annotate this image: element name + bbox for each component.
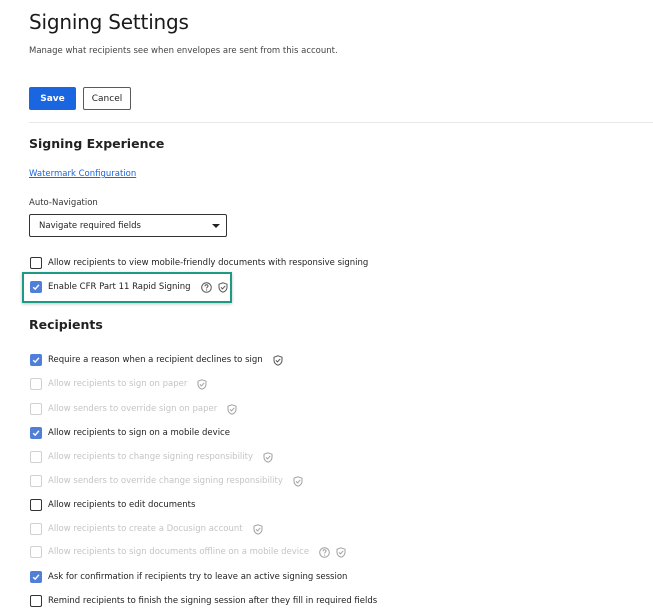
shield-check-icon: [197, 378, 207, 390]
cfr-highlight-frame: [22, 272, 232, 303]
shield-check-icon: [253, 523, 263, 535]
option-label: Allow recipients to sign on a mobile dev…: [48, 428, 230, 438]
checkbox: [30, 523, 42, 535]
signing-experience-option-row[interactable]: Allow recipients to view mobile-friendly…: [30, 256, 368, 270]
recipients-option-row: Allow recipients to change signing respo…: [30, 450, 273, 464]
option-label: Allow recipients to sign on paper: [48, 379, 188, 389]
section-title-recipients: Recipients: [29, 317, 103, 332]
shield-check-icon: [227, 403, 237, 415]
shield-check-icon: [273, 354, 283, 366]
shield-check-icon: [263, 451, 273, 463]
checkbox[interactable]: [30, 257, 42, 269]
page-subtitle: Manage what recipients see when envelope…: [29, 46, 338, 56]
option-label: Allow recipients to edit documents: [48, 500, 196, 510]
recipients-option-row: Allow senders to override sign on paper: [30, 402, 237, 416]
recipients-option-row: Allow senders to override change signing…: [30, 474, 303, 488]
option-label: Allow senders to override sign on paper: [48, 404, 218, 414]
auto-navigation-select[interactable]: Navigate required fields: [29, 214, 227, 237]
recipients-option-row: Allow recipients to sign on paper: [30, 377, 207, 391]
help-icon[interactable]: [319, 546, 330, 558]
checkbox[interactable]: [30, 571, 42, 583]
auto-navigation-label: Auto-Navigation: [29, 198, 98, 208]
option-label: Allow senders to override change signing…: [48, 476, 283, 486]
section-title-signing-experience: Signing Experience: [29, 136, 165, 151]
option-label: Allow recipients to create a Docusign ac…: [48, 524, 243, 534]
option-label: Require a reason when a recipient declin…: [48, 355, 263, 365]
shield-check-icon: [336, 546, 346, 558]
cancel-button[interactable]: Cancel: [83, 87, 131, 110]
option-label: Allow recipients to view mobile-friendly…: [48, 258, 369, 268]
checkbox[interactable]: [30, 427, 42, 439]
checkbox: [30, 378, 42, 390]
chevron-down-icon: [212, 224, 220, 228]
option-label: Allow recipients to change signing respo…: [48, 452, 254, 462]
watermark-configuration-link[interactable]: Watermark Configuration: [29, 169, 136, 179]
checkbox[interactable]: [30, 499, 42, 511]
checkbox: [30, 451, 42, 463]
divider: [29, 122, 653, 123]
recipients-option-row: Allow recipients to create a Docusign ac…: [30, 522, 263, 536]
recipients-option-row: Allow recipients to sign documents offli…: [30, 545, 346, 559]
checkbox: [30, 546, 42, 558]
checkbox: [30, 475, 42, 487]
checkbox[interactable]: [30, 354, 42, 366]
recipients-option-row[interactable]: Ask for confirmation if recipients try t…: [30, 570, 347, 584]
option-label: Ask for confirmation if recipients try t…: [48, 572, 348, 582]
recipients-option-row[interactable]: Remind recipients to finish the signing …: [30, 594, 377, 608]
checkbox[interactable]: [30, 595, 42, 607]
recipients-option-row[interactable]: Allow recipients to sign on a mobile dev…: [30, 426, 230, 440]
recipients-option-row[interactable]: Allow recipients to edit documents: [30, 498, 195, 512]
checkbox: [30, 403, 42, 415]
save-button[interactable]: Save: [29, 87, 76, 110]
page-title: Signing Settings: [29, 10, 189, 34]
recipients-option-row[interactable]: Require a reason when a recipient declin…: [30, 353, 283, 367]
shield-check-icon: [293, 475, 303, 487]
auto-navigation-value: Navigate required fields: [39, 221, 141, 231]
option-label: Remind recipients to finish the signing …: [48, 596, 378, 606]
option-label: Allow recipients to sign documents offli…: [48, 547, 310, 557]
